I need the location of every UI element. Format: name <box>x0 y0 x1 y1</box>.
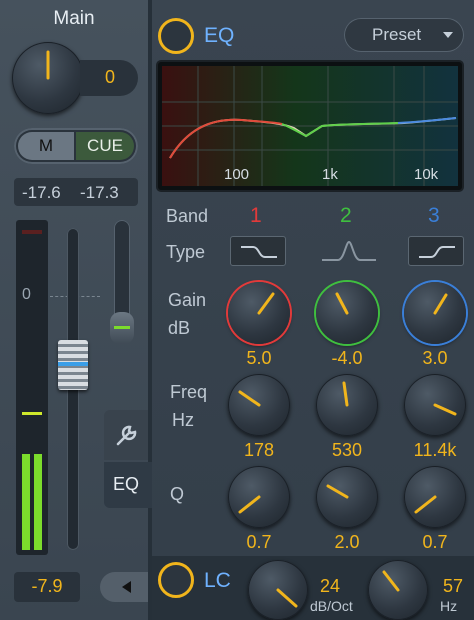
band-1-gain-value: 5.0 <box>246 348 272 368</box>
collapse-button[interactable] <box>100 572 148 602</box>
lc-enable-toggle[interactable] <box>158 562 194 598</box>
gain-label: Gain <box>168 290 207 310</box>
meter-clip <box>22 230 42 234</box>
band-3-freq-knob[interactable] <box>404 374 466 436</box>
lc-freq-value: 57 <box>442 576 464 596</box>
level-right: -17.3 <box>80 183 119 202</box>
pan-knob[interactable] <box>12 42 84 114</box>
band-label: Band <box>166 206 209 226</box>
band-2-q-knob[interactable] <box>316 466 378 528</box>
chevron-down-icon <box>443 32 453 38</box>
q-label: Q <box>170 484 185 504</box>
triangle-left-icon <box>122 581 131 593</box>
lc-title: LC <box>204 569 231 592</box>
channel-name: Main <box>53 8 95 29</box>
fader-value: -7.9 <box>31 576 63 596</box>
band-1-type-button[interactable] <box>230 236 286 266</box>
freq-tick-10k: 10k <box>414 166 439 183</box>
band-2-gain-knob[interactable] <box>316 282 378 344</box>
high-shelf-icon <box>419 246 455 258</box>
band-1-freq-value: 178 <box>243 440 275 460</box>
band-2-freq-knob[interactable] <box>316 374 378 436</box>
band-3-q-knob[interactable] <box>404 466 466 528</box>
freq-tick-1k: 1k <box>322 166 338 183</box>
eq-title: EQ <box>204 24 235 47</box>
band-1-gain-knob[interactable] <box>228 282 290 344</box>
band-2-freq-value: 530 <box>331 440 363 460</box>
band-2-number: 2 <box>340 204 352 227</box>
band-3-gain-value: 3.0 <box>422 348 448 368</box>
mute-button[interactable]: M <box>18 132 74 160</box>
band-2-q-value: 2.0 <box>334 532 360 552</box>
freq-unit: Hz <box>172 410 194 430</box>
type-label: Type <box>166 242 206 262</box>
fader-handle-marker <box>58 362 88 366</box>
bell-icon <box>322 240 376 261</box>
tab-eq[interactable]: EQ <box>104 462 152 508</box>
band-2-gain-value: -4.0 <box>331 348 363 368</box>
band-1-q-value: 0.7 <box>246 532 272 552</box>
band-3-type-button[interactable] <box>408 236 464 266</box>
lc-freq-knob[interactable] <box>368 560 428 620</box>
band-3-q-value: 0.7 <box>422 532 448 552</box>
band-3-number: 3 <box>428 204 440 227</box>
band-1-q-knob[interactable] <box>228 466 290 528</box>
meter-bar-right <box>34 454 42 550</box>
tab-settings[interactable] <box>104 410 148 460</box>
band-2-type-button[interactable] <box>318 236 380 266</box>
band-1-freq-knob[interactable] <box>228 374 290 436</box>
lc-slope-knob[interactable] <box>248 560 308 620</box>
eq-graph[interactable]: 100 1k 10k <box>158 62 462 190</box>
lc-slope-unit: dB/Oct <box>310 598 353 614</box>
tab-eq-label: EQ <box>112 474 139 494</box>
trim-handle-marker <box>114 326 130 329</box>
lc-slope-value: 24 <box>319 576 341 596</box>
band-3-gain-knob[interactable] <box>404 282 466 344</box>
band-1-number: 1 <box>250 204 262 227</box>
preset-label: Preset <box>372 25 422 44</box>
gain-unit: dB <box>168 318 191 338</box>
band-3-freq-value: 11.4k <box>413 440 457 460</box>
freq-tick-100: 100 <box>224 166 250 183</box>
meter-zero-label: 0 <box>22 286 31 303</box>
freq-label: Freq <box>170 382 208 402</box>
meter-bar-left <box>22 454 30 550</box>
pan-value: 0 <box>104 67 115 87</box>
trim-handle[interactable] <box>110 312 134 344</box>
level-left: -17.6 <box>22 183 61 202</box>
meter-peak <box>22 412 42 415</box>
preset-dropdown[interactable]: Preset <box>344 18 464 52</box>
eq-enable-toggle[interactable] <box>158 18 194 54</box>
fader-handle[interactable] <box>58 340 88 390</box>
wrench-icon <box>116 425 137 446</box>
cue-button[interactable]: CUE <box>76 132 134 160</box>
low-shelf-icon <box>241 246 277 258</box>
lc-freq-unit: Hz <box>440 598 458 614</box>
level-meter <box>16 220 48 555</box>
